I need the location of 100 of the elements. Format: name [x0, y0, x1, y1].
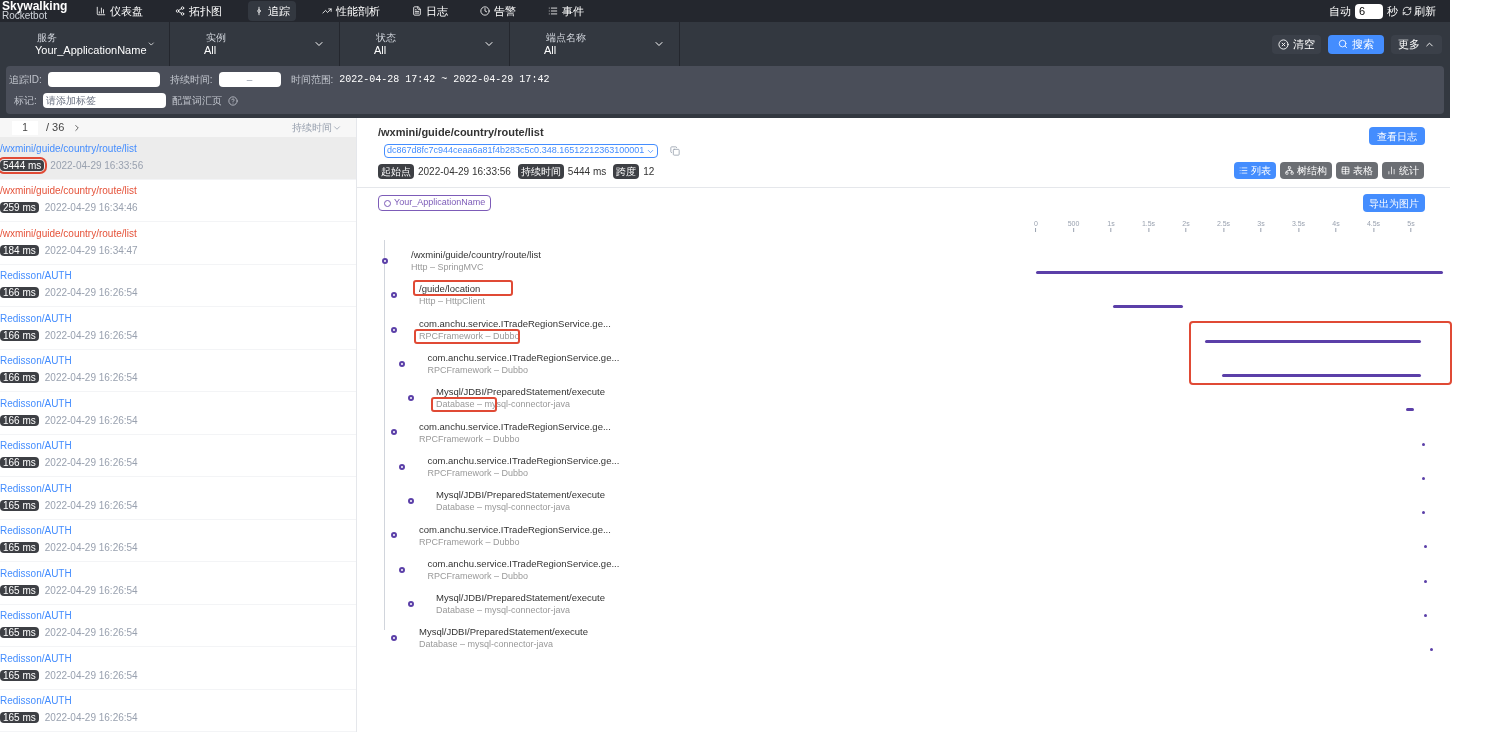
- span-subtitle: Database – mysql-connector-java: [436, 604, 571, 617]
- span-node-icon: [390, 326, 397, 333]
- trace-name: Redisson/AUTH: [0, 567, 72, 579]
- duration-badge: 166 ms: [0, 329, 39, 341]
- span-title: com.anchu.service.ITradeRegionService.ge...: [419, 523, 611, 536]
- trace-name: Redisson/AUTH: [0, 695, 72, 707]
- view-tab[interactable]: 树结构: [1280, 162, 1332, 179]
- duration-badge: 166 ms: [0, 457, 39, 469]
- trace-time: 2022-04-29 16:26:54: [44, 456, 138, 471]
- span-node-icon: [390, 635, 397, 642]
- view-tab[interactable]: 表格: [1336, 162, 1378, 179]
- span-title: com.anchu.service.ITradeRegionService.ge...: [427, 352, 620, 365]
- auto-label: 自动: [1329, 3, 1351, 19]
- span-bar: [1422, 476, 1425, 480]
- span-bar: [1424, 579, 1427, 583]
- span-subtitle: Database – mysql-connector-java: [436, 501, 571, 514]
- span-node-icon: [399, 463, 406, 470]
- nav-icon: [322, 6, 332, 16]
- trace-name: Redisson/AUTH: [0, 312, 72, 324]
- trace-time: 2022-04-29 16:26:54: [44, 498, 138, 513]
- help-icon: [227, 95, 238, 106]
- span-count: 12: [643, 165, 655, 179]
- duration-badge: 166 ms: [0, 287, 39, 299]
- nav-tab[interactable]: 事件: [542, 1, 590, 21]
- brand-subtitle: Rocketbot: [2, 11, 48, 21]
- view-icon: [1387, 166, 1396, 175]
- nav-icon: [480, 6, 490, 16]
- trace-time: 2022-04-29 16:26:54: [44, 328, 138, 343]
- trace-name: Redisson/AUTH: [0, 397, 72, 409]
- time-range-label: 时间范围:: [290, 73, 334, 87]
- interval-field[interactable]: 6: [1355, 3, 1383, 19]
- nav-tab[interactable]: 追踪: [248, 1, 296, 21]
- unit-label: 秒: [1387, 3, 1398, 19]
- tag-label: 标记:: [14, 94, 37, 108]
- trace-name: Redisson/AUTH: [0, 440, 72, 452]
- view-icon: [1341, 166, 1350, 175]
- span-bar: [1422, 442, 1425, 446]
- brand-name: Skywalking: [2, 1, 69, 11]
- nav-icon: [412, 6, 422, 16]
- duration-value: 5444 ms: [567, 165, 607, 179]
- span-subtitle: Http – HttpClient: [419, 295, 486, 308]
- span-bar: [1406, 408, 1414, 412]
- span-title: Mysql/JDBI/PreparedStatement/execute: [419, 626, 588, 639]
- nav-tab[interactable]: 性能剖析: [316, 1, 386, 21]
- span-title: /guide/location: [419, 283, 481, 296]
- time-range: 2022-04-28 17:42 ~ 2022-04-29 17:42: [339, 73, 550, 87]
- view-tab[interactable]: 统计: [1382, 162, 1424, 179]
- span-title: Mysql/JDBI/PreparedStatement/execute: [436, 592, 605, 605]
- span-subtitle: RPCFramework – Dubbo: [427, 364, 529, 377]
- tag-field[interactable]: 请添加标签: [42, 93, 166, 108]
- trace-name: /wxmini/guide/country/route/list: [0, 185, 137, 197]
- span-subtitle: Database – mysql-connector-java: [419, 638, 554, 651]
- search-icon: [1338, 39, 1348, 49]
- nav-tab[interactable]: 拓扑图: [169, 1, 228, 21]
- span-title: com.anchu.service.ITradeRegionService.ge...: [419, 420, 611, 433]
- nav-tab[interactable]: 日志: [406, 1, 454, 21]
- duration-tag: 持续时间: [517, 164, 564, 179]
- trace-id-field[interactable]: [47, 72, 160, 87]
- vocabulary-link[interactable]: 配置词汇页: [171, 93, 222, 108]
- span-bar: [1422, 511, 1425, 515]
- duration-label: 持续时间:: [169, 73, 213, 87]
- trace-time: 2022-04-29 16:26:54: [44, 541, 138, 556]
- duration-field[interactable]: –: [218, 72, 281, 87]
- span-subtitle: RPCFramework – Dubbo: [427, 569, 529, 582]
- span-subtitle: RPCFramework – Dubbo: [419, 329, 520, 342]
- duration-badge: 165 ms: [0, 669, 39, 681]
- span-title: Mysql/JDBI/PreparedStatement/execute: [436, 386, 605, 399]
- page-total: / 36: [46, 120, 65, 136]
- span-tag: 跨度: [613, 164, 640, 179]
- duration-badge: 165 ms: [0, 542, 39, 554]
- trace-time: 2022-04-29 16:26:54: [44, 668, 138, 683]
- duration-badge: 5444 ms: [0, 159, 45, 171]
- duration-badge: 165 ms: [0, 627, 39, 639]
- nav-icon: [175, 6, 185, 16]
- span-node-icon: [399, 566, 406, 573]
- trace-name: /wxmini/guide/country/route/list: [0, 142, 137, 154]
- nav-tab[interactable]: 仪表盘: [90, 1, 149, 21]
- refresh-button[interactable]: 刷新: [1402, 2, 1436, 20]
- nav-icon: [548, 6, 558, 16]
- copy-icon[interactable]: [670, 146, 681, 156]
- span-node-icon: [390, 429, 397, 436]
- span-title: Mysql/JDBI/PreparedStatement/execute: [436, 489, 605, 502]
- page-field[interactable]: 1: [12, 120, 38, 135]
- clear-icon: [1278, 38, 1289, 50]
- more-button[interactable]: 更多: [1391, 34, 1442, 54]
- trace-time: 2022-04-29 16:26:54: [44, 626, 138, 641]
- span-node-icon: [382, 258, 388, 264]
- span-title: com.anchu.service.ITradeRegionService.ge...: [419, 317, 611, 330]
- span-bar: [1430, 648, 1433, 652]
- trace-name: /wxmini/guide/country/route/list: [0, 227, 137, 239]
- duration-badge: 165 ms: [0, 712, 39, 724]
- span-subtitle: RPCFramework – Dubbo: [427, 466, 529, 479]
- duration-badge: 259 ms: [0, 202, 39, 214]
- trace-item[interactable]: /wxmini/guide/country/route/list 5444 ms 2022-04-29 16:33:56: [0, 137, 356, 180]
- trace-name: Redisson/AUTH: [0, 355, 72, 367]
- nav-tab[interactable]: 告警: [474, 1, 522, 21]
- nav-icon: [254, 6, 264, 16]
- span-title: com.anchu.service.ITradeRegionService.ge...: [427, 454, 620, 467]
- span-node-icon: [407, 498, 414, 505]
- clear-button[interactable]: 清空: [1272, 34, 1321, 54]
